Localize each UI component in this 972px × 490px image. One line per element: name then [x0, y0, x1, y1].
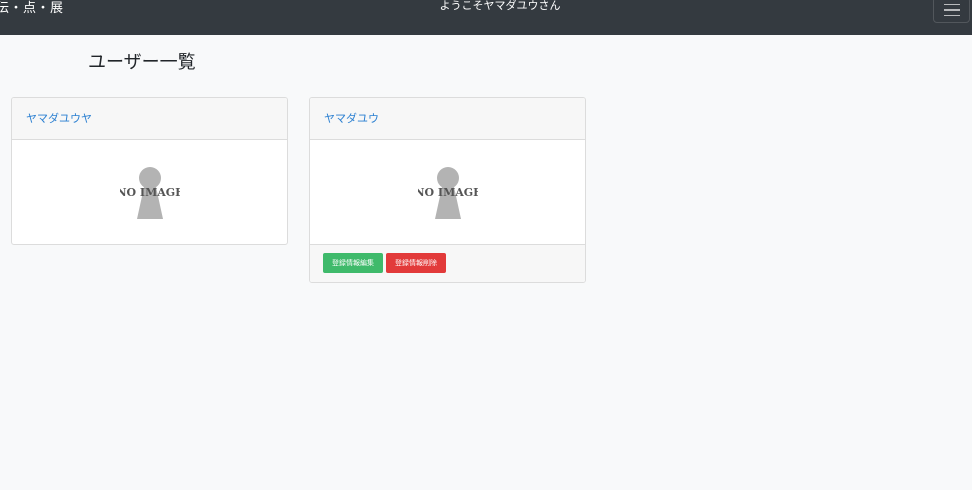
user-card: ヤマダユウヤ NO IMAGE [11, 97, 288, 245]
hamburger-menu-icon [943, 14, 960, 17]
top-navbar: 伝・点・展 ようこそヤマダユウさん [0, 0, 972, 35]
user-card-header: ヤマダユウ [310, 98, 585, 140]
user-card-header: ヤマダユウヤ [12, 98, 287, 140]
hamburger-menu-icon [943, 9, 960, 11]
navbar-toggler-button[interactable] [933, 0, 970, 23]
user-name-link[interactable]: ヤマダユウヤ [26, 112, 92, 125]
hamburger-menu-icon [943, 3, 960, 6]
page-title: ユーザー一覧 [88, 52, 196, 73]
user-card-body: NO IMAGE [12, 140, 287, 244]
user-card-footer: 登録情報編集 登録情報削除 [310, 244, 585, 282]
user-name-link[interactable]: ヤマダユウ [324, 112, 379, 125]
no-image-placeholder-icon: NO IMAGE [120, 167, 180, 219]
edit-profile-button[interactable]: 登録情報編集 [323, 253, 383, 273]
no-image-text: NO IMAGE [418, 186, 478, 199]
no-image-placeholder-icon: NO IMAGE [418, 167, 478, 219]
user-card: ヤマダユウ NO IMAGE 登録情報編集 登録情報削除 [309, 97, 586, 283]
delete-profile-button[interactable]: 登録情報削除 [386, 253, 446, 273]
welcome-message: ようこそヤマダユウさん [439, 0, 561, 12]
user-card-body: NO IMAGE [310, 140, 585, 244]
no-image-text: NO IMAGE [120, 186, 180, 199]
